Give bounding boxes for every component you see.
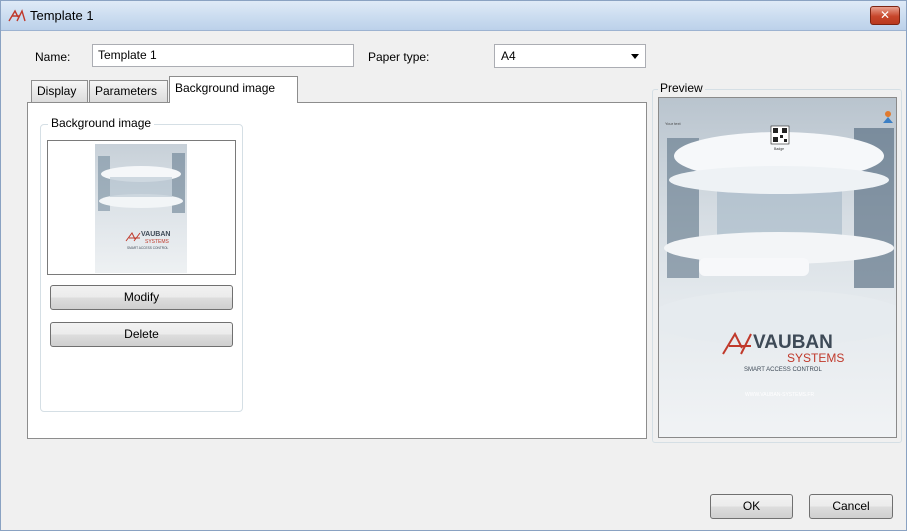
title-bar: Template 1 ✕ (1, 1, 906, 31)
paper-type-label: Paper type: (368, 50, 430, 64)
preview-small-text: Your text (665, 121, 682, 126)
thumbnail-tagline: SMART ACCESS CONTROL (127, 246, 169, 250)
template-dialog: Template 1 ✕ Name: Template 1 Paper type… (0, 0, 907, 531)
vauban-logo-icon (8, 9, 26, 22)
tab-display[interactable]: Display (31, 80, 88, 102)
tab-parameters-label: Parameters (95, 84, 158, 98)
background-thumbnail: VAUBAN SYSTEMS SMART ACCESS CONTROL (47, 140, 236, 275)
preview-title: Preview (658, 81, 705, 95)
ok-button[interactable]: OK (710, 494, 793, 519)
preview-brand-sub: SYSTEMS (787, 351, 844, 365)
preview-brand-main: VAUBAN (753, 332, 833, 353)
preview-group: Preview Your text Badge VAUBAN SYSTEMS S… (652, 81, 902, 443)
preview-website: WWW.VAUBAN-SYSTEMS.FR (745, 392, 814, 398)
preview-tagline: SMART ACCESS CONTROL (744, 367, 822, 373)
modify-button[interactable]: Modify (50, 285, 233, 310)
background-image-panel: Background image VAUBAN SYSTEMS SMART AC… (27, 102, 647, 439)
background-image-group: Background image VAUBAN SYSTEMS SMART AC… (40, 116, 243, 412)
thumbnail-brand-main: VAUBAN (141, 231, 170, 238)
name-input[interactable]: Template 1 (92, 44, 354, 67)
window-title: Template 1 (30, 8, 94, 23)
tab-background-image-label: Background image (175, 81, 276, 95)
paper-type-value: A4 (501, 49, 516, 63)
tab-display-label: Display (37, 84, 77, 98)
name-label: Name: (35, 50, 71, 64)
tab-parameters[interactable]: Parameters (89, 80, 168, 102)
close-button[interactable]: ✕ (870, 6, 900, 25)
preview-image: Your text Badge VAUBAN SYSTEMS SMART ACC… (658, 97, 897, 438)
paper-type-select[interactable]: A4 (494, 44, 646, 68)
cancel-button[interactable]: Cancel (809, 494, 893, 519)
close-icon: ✕ (879, 8, 891, 22)
delete-button[interactable]: Delete (50, 322, 233, 347)
preview-qr-caption: Badge (774, 147, 784, 151)
background-thumbnail-image: VAUBAN SYSTEMS SMART ACCESS CONTROL (95, 144, 187, 273)
background-image-group-title: Background image (48, 116, 155, 130)
chevron-down-icon[interactable] (631, 54, 639, 59)
user-photo-icon (885, 111, 891, 117)
thumbnail-brand-sub: SYSTEMS (145, 239, 170, 245)
preview-background: Your text Badge VAUBAN SYSTEMS SMART ACC… (659, 98, 896, 437)
tab-background-image[interactable]: Background image (169, 76, 298, 103)
